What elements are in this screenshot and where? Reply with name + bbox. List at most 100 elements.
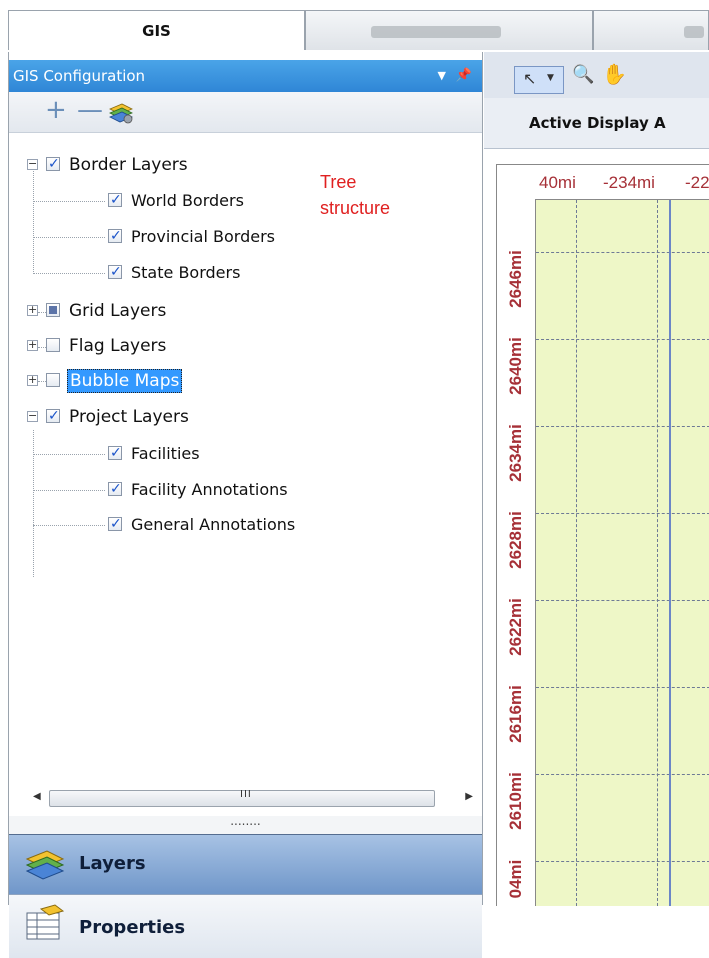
map-x-axis: 40mi -234mi -22 bbox=[535, 165, 709, 200]
tree-node-facilities[interactable]: Facilities bbox=[9, 441, 309, 466]
annotation-line-2: structure bbox=[320, 198, 391, 218]
tree-node-project-layers[interactable]: − Project Layers bbox=[9, 404, 289, 429]
y-axis-label: 2628mi bbox=[506, 511, 525, 569]
tree-node-label: Facilities bbox=[131, 444, 200, 463]
tree-node-label: Project Layers bbox=[69, 407, 189, 427]
checkbox-general-annotations[interactable] bbox=[108, 512, 122, 536]
tree-node-label: State Borders bbox=[131, 263, 241, 282]
tree-node-bubble-maps[interactable]: + Bubble Maps bbox=[9, 369, 289, 393]
tree-node-general-annotations[interactable]: General Annotations bbox=[9, 512, 349, 537]
properties-icon bbox=[26, 904, 65, 940]
expand-icon[interactable]: + bbox=[27, 304, 38, 316]
tree-node-label: Flag Layers bbox=[69, 336, 167, 356]
dropdown-icon[interactable]: ▼ bbox=[438, 60, 446, 92]
tree-node-label: Facility Annotations bbox=[131, 480, 288, 499]
checkbox-project-layers[interactable] bbox=[46, 404, 60, 428]
panel-toolbar: + — bbox=[9, 92, 482, 133]
layer-settings-icon[interactable] bbox=[108, 101, 134, 125]
grid-line bbox=[576, 200, 577, 906]
map-y-axis: 2646mi 2640mi 2634mi 2628mi 2622mi 2616m… bbox=[497, 199, 536, 906]
nav-properties-label: Properties bbox=[79, 917, 186, 938]
checkbox-bubble-maps[interactable] bbox=[46, 373, 60, 387]
add-layer-button[interactable]: + bbox=[45, 96, 67, 124]
tree-connector bbox=[33, 169, 34, 274]
y-axis-label: 2622mi bbox=[506, 598, 525, 656]
map-canvas[interactable] bbox=[536, 200, 709, 906]
x-axis-label: -22 bbox=[685, 173, 709, 192]
tab-gis[interactable]: GIS bbox=[8, 10, 305, 50]
panel-header: GIS Configuration ▼ 📌 bbox=[9, 60, 482, 92]
active-display-header: Active Display A bbox=[484, 98, 709, 149]
scroll-grip: III bbox=[240, 789, 252, 800]
tab-blurred[interactable] bbox=[305, 10, 593, 50]
document-tab-bar: GIS bbox=[0, 0, 709, 52]
select-tool-button[interactable]: ↖ ▼ bbox=[514, 66, 564, 94]
scroll-right-icon[interactable]: ▶ bbox=[465, 791, 473, 802]
tree-node-border-layers[interactable]: − Border Layers bbox=[9, 152, 289, 177]
map-view[interactable]: 40mi -234mi -22 2646mi 2640mi 2634mi 262… bbox=[496, 164, 709, 906]
checkbox-border-layers[interactable] bbox=[46, 152, 60, 176]
y-axis-label: 2640mi bbox=[506, 337, 525, 395]
tree-node-provincial-borders[interactable]: Provincial Borders bbox=[9, 224, 319, 249]
tree-node-label: General Annotations bbox=[131, 515, 296, 534]
x-axis-label: 40mi bbox=[539, 173, 576, 192]
grid-line bbox=[536, 600, 709, 601]
checkbox-provincial-borders[interactable] bbox=[108, 224, 122, 248]
expand-icon[interactable]: + bbox=[27, 374, 38, 386]
pointer-icon: ↖ bbox=[523, 69, 537, 88]
grid-line bbox=[536, 252, 709, 253]
tree-node-flag-layers[interactable]: + Flag Layers bbox=[9, 334, 289, 358]
collapse-icon[interactable]: − bbox=[27, 410, 38, 422]
grid-line bbox=[536, 513, 709, 514]
tree-node-grid-layers[interactable]: + Grid Layers bbox=[9, 299, 289, 323]
layer-tree: − Border Layers World Borders Provincial… bbox=[9, 134, 482, 744]
zoom-icon[interactable]: 🔍 bbox=[572, 64, 594, 85]
pin-icon[interactable]: 📌 bbox=[456, 60, 472, 92]
collapse-icon[interactable]: − bbox=[27, 158, 38, 170]
checkbox-state-borders[interactable] bbox=[108, 260, 122, 284]
blurred-tab-label-2 bbox=[684, 26, 704, 38]
grid-line bbox=[536, 774, 709, 775]
tree-node-state-borders[interactable]: State Borders bbox=[9, 260, 309, 285]
tree-node-label: Grid Layers bbox=[69, 301, 167, 321]
tree-node-world-borders[interactable]: World Borders bbox=[9, 188, 309, 213]
y-axis-label: 2634mi bbox=[506, 424, 525, 482]
map-toolbar: ↖ ▼ 🔍 ✋ bbox=[484, 52, 709, 98]
chevron-down-icon: ▼ bbox=[547, 73, 554, 83]
blurred-tab-label bbox=[371, 26, 501, 38]
checkbox-flag-layers[interactable] bbox=[46, 338, 60, 352]
tree-node-label: World Borders bbox=[131, 191, 244, 210]
y-axis-label: 2610mi bbox=[506, 772, 525, 830]
annotation-line-1: Tree bbox=[320, 172, 357, 192]
layers-icon bbox=[25, 850, 65, 880]
grid-line bbox=[536, 687, 709, 688]
panel-splitter[interactable]: ........ bbox=[9, 815, 482, 834]
checkbox-facility-annotations[interactable] bbox=[108, 477, 122, 501]
grid-line bbox=[536, 861, 709, 862]
tab-blurred-2[interactable] bbox=[593, 10, 709, 50]
pan-hand-icon[interactable]: ✋ bbox=[602, 62, 627, 86]
horizontal-scrollbar[interactable]: ◀ III ▶ bbox=[23, 787, 475, 809]
tree-node-label: Provincial Borders bbox=[131, 227, 275, 246]
panel-title: GIS Configuration bbox=[13, 67, 146, 85]
checkbox-grid-layers[interactable] bbox=[46, 303, 60, 317]
tree-node-facility-annotations[interactable]: Facility Annotations bbox=[9, 477, 339, 502]
remove-layer-button[interactable]: — bbox=[77, 96, 103, 124]
nav-properties-button[interactable]: Properties bbox=[9, 894, 482, 958]
border-line bbox=[669, 200, 671, 906]
expand-icon[interactable]: + bbox=[27, 339, 38, 351]
scroll-left-icon[interactable]: ◀ bbox=[33, 791, 41, 802]
nav-layers-label: Layers bbox=[79, 853, 146, 874]
y-axis-label: 04mi bbox=[506, 859, 525, 899]
scroll-thumb[interactable]: III bbox=[49, 789, 435, 807]
x-axis-label: -234mi bbox=[603, 173, 655, 192]
tree-node-label: Border Layers bbox=[69, 155, 188, 175]
grid-line bbox=[657, 200, 658, 906]
checkbox-facilities[interactable] bbox=[108, 441, 122, 465]
y-axis-label: 2616mi bbox=[506, 685, 525, 743]
grid-line bbox=[536, 339, 709, 340]
nav-layers-button[interactable]: Layers bbox=[9, 834, 482, 895]
active-display-label: Active Display A bbox=[529, 114, 666, 132]
y-axis-label: 2646mi bbox=[506, 250, 525, 308]
checkbox-world-borders[interactable] bbox=[108, 188, 122, 212]
